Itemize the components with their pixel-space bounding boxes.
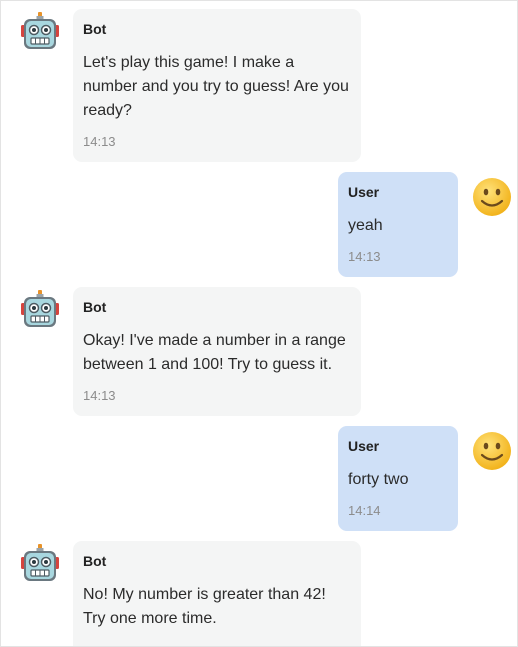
message-bubble: Bot Okay! I've made a number in a range … xyxy=(73,287,361,416)
sender-name: Bot xyxy=(83,553,107,569)
message-text: forty two xyxy=(348,471,409,488)
robot-icon xyxy=(21,544,59,581)
chat-window: Bot Let's play this game! I make a numbe… xyxy=(0,0,518,647)
message-bubble: Bot No! My number is greater than 42! Tr… xyxy=(73,541,361,646)
sender-name: Bot xyxy=(83,21,107,37)
sender-name: Bot xyxy=(83,299,107,315)
message-text: Let's play this game! I make a number an… xyxy=(83,54,349,119)
robot-icon xyxy=(21,12,59,49)
message-timestamp: 14:14 xyxy=(348,503,381,518)
message-timestamp: 14:13 xyxy=(83,134,116,149)
message-bubble: User forty two 14:14 xyxy=(338,426,458,531)
smiley-face-icon xyxy=(473,432,511,470)
message-bubble: User yeah 14:13 xyxy=(338,172,458,277)
message-text: Okay! I've made a number in a range betw… xyxy=(83,332,346,373)
sender-name: User xyxy=(348,438,380,454)
message-text: No! My number is greater than 42! Try on… xyxy=(83,586,326,627)
message-text: yeah xyxy=(348,217,383,234)
robot-icon xyxy=(21,290,59,327)
smiley-face-icon xyxy=(473,178,511,216)
sender-name: User xyxy=(348,184,380,200)
message-timestamp: 14:13 xyxy=(348,249,381,264)
message-bubble: Bot Let's play this game! I make a numbe… xyxy=(73,9,361,162)
message-timestamp: 14:13 xyxy=(83,388,116,403)
